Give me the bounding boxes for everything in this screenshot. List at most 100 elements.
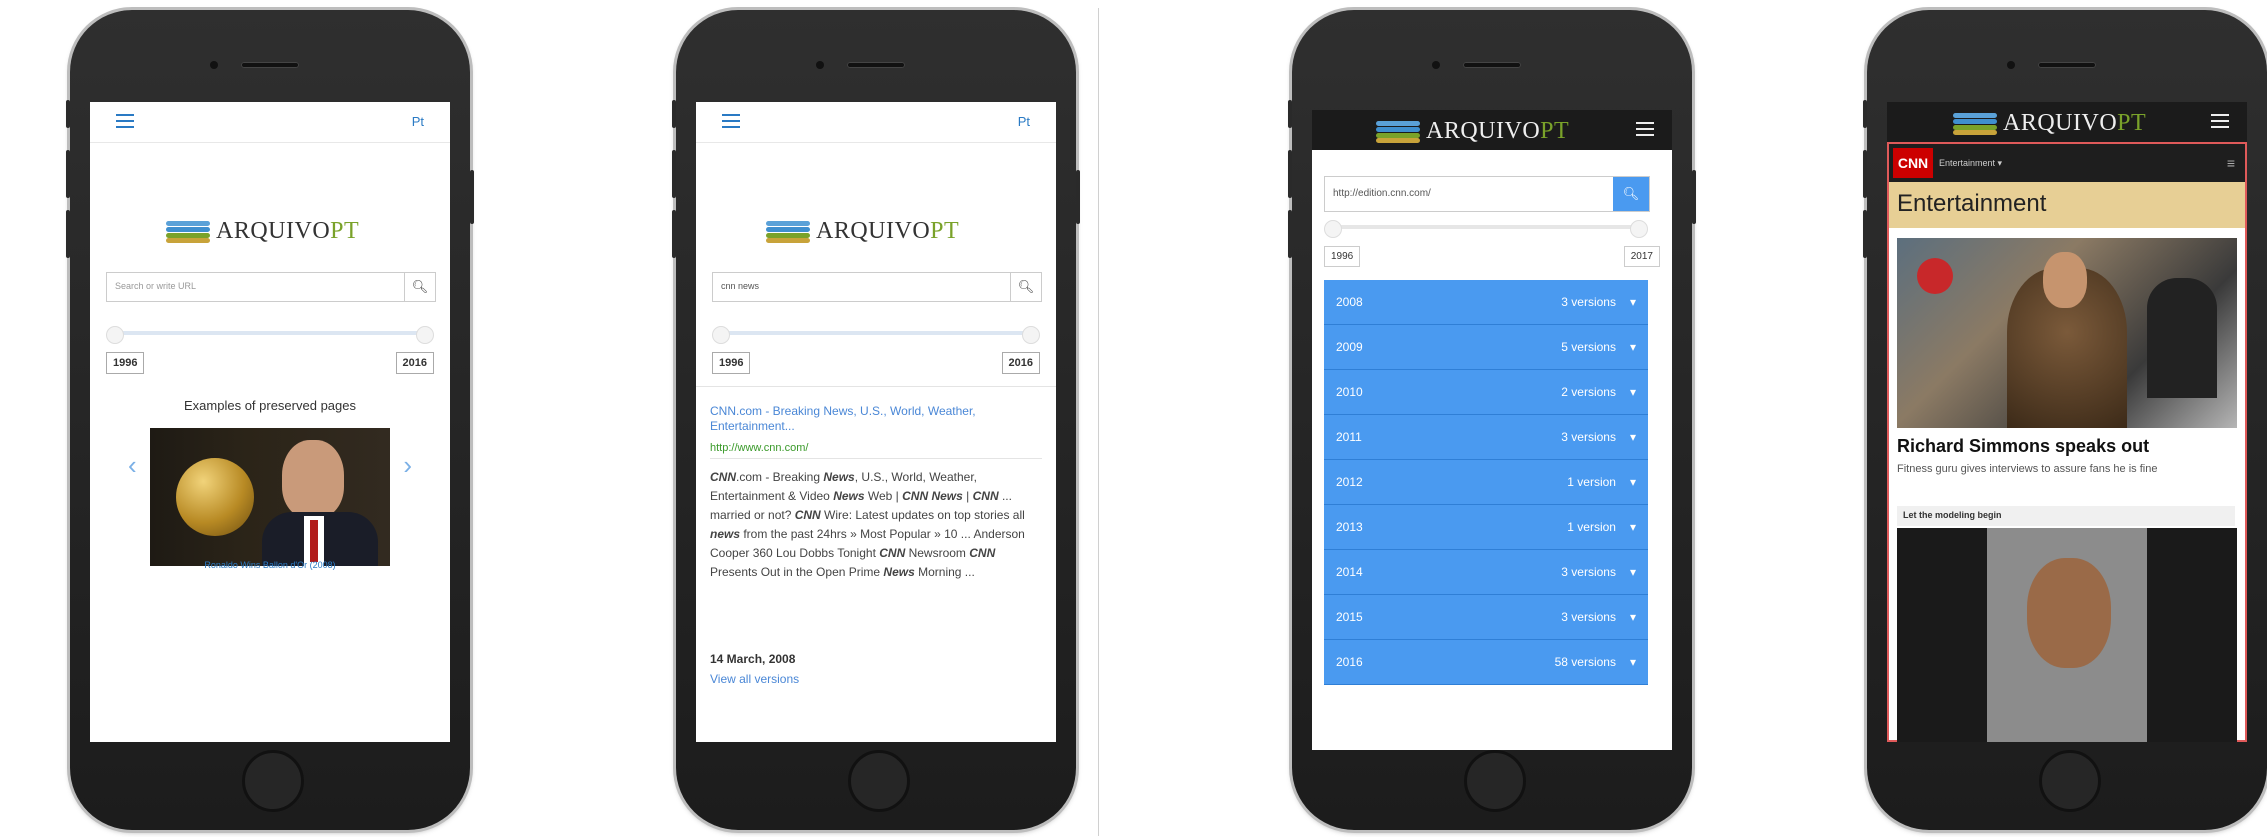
- search-button[interactable]: 🔍︎: [1010, 273, 1041, 301]
- search-box: Search or write URL 🔍︎: [106, 272, 436, 302]
- version-count: 3 versions: [1561, 430, 1616, 444]
- search-input[interactable]: cnn news: [713, 273, 1010, 301]
- version-count: 3 versions: [1561, 610, 1616, 624]
- menu-icon[interactable]: [2211, 114, 2229, 128]
- version-year: 2008: [1336, 295, 1363, 309]
- section-title: Entertainment: [1889, 182, 2245, 228]
- version-count: 58 versions: [1554, 655, 1616, 669]
- crowd-person: [2147, 278, 2217, 398]
- version-year-row[interactable]: 2014 3 versions ▾: [1324, 550, 1648, 595]
- carousel-image[interactable]: [150, 428, 390, 566]
- url-input[interactable]: http://edition.cnn.com/: [1325, 177, 1613, 211]
- home-button: [2039, 750, 2101, 812]
- logo-text: ARQUIVOPT: [816, 218, 960, 244]
- hamburger-menu-icon[interactable]: [722, 114, 740, 128]
- mute-switch: [672, 100, 676, 128]
- language-toggle[interactable]: Pt: [412, 114, 424, 129]
- speaker-grille: [2038, 62, 2096, 68]
- story-label: Let the modeling begin: [1897, 506, 2235, 526]
- slider-start-handle[interactable]: [1324, 220, 1342, 238]
- volume-down-button: [66, 210, 70, 258]
- end-year-field[interactable]: 2016: [1001, 352, 1040, 374]
- arquivo-logo-icon: [1376, 120, 1420, 143]
- cnn-menu-icon[interactable]: ≡: [2227, 155, 2235, 171]
- person-face: [2027, 558, 2111, 668]
- version-year-row[interactable]: 2015 3 versions ▾: [1324, 595, 1648, 640]
- carousel-next-icon[interactable]: ›: [403, 450, 412, 481]
- snippet-segment: CNN: [710, 470, 736, 484]
- search-icon: 🔍︎: [1622, 186, 1640, 201]
- start-year-field[interactable]: 1996: [106, 352, 145, 374]
- year-range-slider[interactable]: [1324, 220, 1648, 238]
- version-year-row[interactable]: 2016 58 versions ▾: [1324, 640, 1648, 685]
- mute-switch: [66, 100, 70, 128]
- slider-start-handle[interactable]: [106, 326, 124, 344]
- top-bar: Pt: [90, 102, 450, 143]
- arquivo-logo[interactable]: ARQUIVOPT: [766, 218, 959, 245]
- phone-frame-4: ARQUIVOPT CNN Entertainment ▾ ≡ Entertai…: [1863, 10, 2267, 830]
- version-year-row[interactable]: 2008 3 versions ▾: [1324, 280, 1648, 325]
- version-year-row[interactable]: 2012 1 version ▾: [1324, 460, 1648, 505]
- home-button: [848, 750, 910, 812]
- snippet-segment: News: [833, 489, 865, 503]
- start-year-field[interactable]: 1996: [1324, 246, 1361, 267]
- ballon-dor-trophy: [176, 458, 254, 536]
- arquivo-logo-icon: [1953, 112, 1997, 135]
- caret-down-icon: ▾: [1629, 520, 1636, 534]
- snippet-segment: Morning ...: [914, 565, 975, 579]
- hamburger-menu-icon[interactable]: [116, 114, 134, 128]
- person-face: [282, 440, 344, 518]
- search-button[interactable]: 🔍︎: [404, 273, 435, 301]
- result-url: http://www.cnn.com/: [710, 442, 809, 454]
- version-count: 5 versions: [1561, 340, 1616, 354]
- arquivo-logo[interactable]: ARQUIVOPT: [1376, 118, 1569, 145]
- start-year-field[interactable]: 1996: [712, 352, 751, 374]
- power-button: [470, 170, 474, 224]
- arquivo-logo[interactable]: ARQUIVOPT: [1953, 110, 2146, 137]
- version-year: 2011: [1336, 430, 1362, 444]
- snippet-segment: News: [823, 470, 855, 484]
- hero-image[interactable]: [1897, 238, 2237, 428]
- snippet-segment: Wire: Latest updates on top stories all: [820, 508, 1025, 522]
- subheadline: Fitness guru gives interviews to assure …: [1897, 463, 2158, 475]
- version-year-row[interactable]: 2013 1 version ▾: [1324, 505, 1648, 550]
- search-input[interactable]: Search or write URL: [107, 273, 404, 301]
- snippet-segment: CNN News: [902, 489, 963, 503]
- version-year-row[interactable]: 2010 2 versions ▾: [1324, 370, 1648, 415]
- story-image[interactable]: [1897, 528, 2237, 742]
- volume-up-button: [1863, 150, 1867, 198]
- year-range-slider[interactable]: [712, 326, 1040, 344]
- person-face: [2043, 252, 2087, 308]
- language-toggle[interactable]: Pt: [1018, 114, 1030, 129]
- result-title-link[interactable]: CNN.com - Breaking News, U.S., World, We…: [710, 404, 1038, 434]
- caret-down-icon: ▾: [1629, 565, 1636, 579]
- slider-track: [722, 331, 1030, 335]
- end-year-field[interactable]: 2016: [395, 352, 434, 374]
- version-year: 2009: [1336, 340, 1363, 354]
- slider-end-handle[interactable]: [1022, 326, 1040, 344]
- view-all-versions-link[interactable]: View all versions: [710, 672, 799, 686]
- menu-icon[interactable]: [1636, 122, 1654, 136]
- archived-page-frame: CNN Entertainment ▾ ≡ Entertainment Rich…: [1887, 142, 2247, 742]
- mute-switch: [1288, 100, 1292, 128]
- headline[interactable]: Richard Simmons speaks out: [1897, 436, 2149, 457]
- speaker-grille: [241, 62, 299, 68]
- version-year: 2015: [1336, 610, 1363, 624]
- carousel-prev-icon[interactable]: ‹: [128, 450, 137, 481]
- end-year-field[interactable]: 2017: [1623, 246, 1660, 267]
- year-range-slider[interactable]: [106, 326, 434, 344]
- slider-track: [1334, 225, 1638, 229]
- slider-start-handle[interactable]: [712, 326, 730, 344]
- cnn-logo[interactable]: CNN: [1893, 148, 1933, 178]
- cnn-nav-bar: CNN Entertainment ▾ ≡: [1889, 144, 2245, 182]
- slider-end-handle[interactable]: [416, 326, 434, 344]
- carousel-caption[interactable]: Ronaldo Wins Ballon d'Or (2008): [90, 560, 450, 570]
- arquivo-logo[interactable]: ARQUIVOPT: [166, 218, 359, 245]
- versions-list: 2008 3 versions ▾ 2009 5 versions ▾ 2010 2 vers…: [1324, 280, 1648, 685]
- search-button[interactable]: 🔍︎: [1613, 177, 1649, 211]
- screen-archived-page: ARQUIVOPT CNN Entertainment ▾ ≡ Entertai…: [1887, 102, 2247, 742]
- version-year-row[interactable]: 2009 5 versions ▾: [1324, 325, 1648, 370]
- slider-end-handle[interactable]: [1630, 220, 1648, 238]
- section-menu[interactable]: Entertainment ▾: [1939, 158, 2227, 169]
- version-year-row[interactable]: 2011 3 versions ▾: [1324, 415, 1648, 460]
